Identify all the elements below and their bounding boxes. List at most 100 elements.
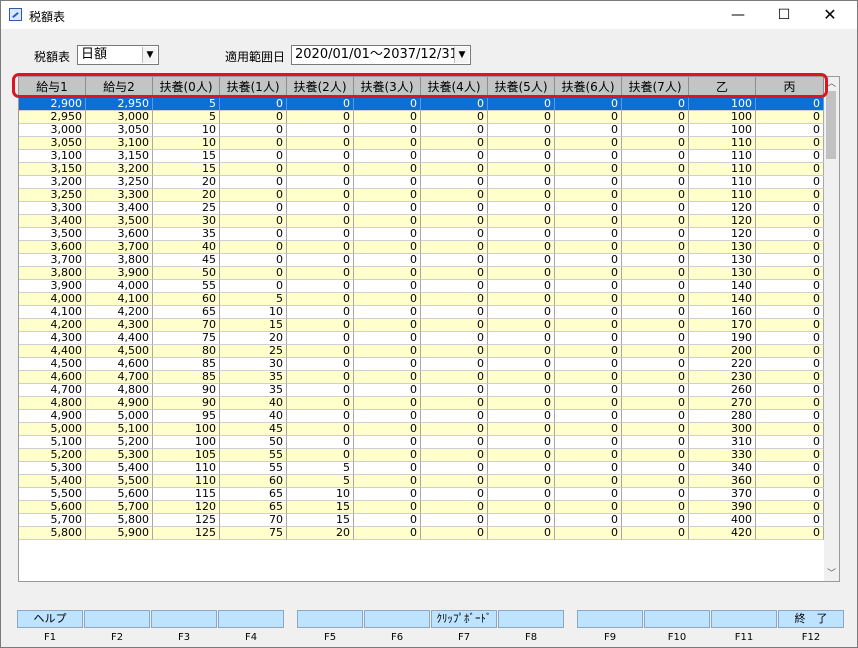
table-cell[interactable]: 25 [153,202,220,215]
table-cell[interactable]: 20 [153,176,220,189]
table-row[interactable]: 2,900 2,950 5 0 0 0 0 0 0 0 100 0 [19,98,824,111]
table-row[interactable]: 5,600 5,700 120 65 15 0 0 0 0 0 390 0 [19,501,824,514]
table-cell[interactable]: 0 [421,267,488,280]
table-row[interactable]: 5,100 5,200 100 50 0 0 0 0 0 0 310 0 [19,436,824,449]
table-cell[interactable]: 0 [354,293,421,306]
table-cell[interactable]: 15 [287,501,354,514]
table-cell[interactable]: 95 [153,410,220,423]
table-cell[interactable]: 0 [488,371,555,384]
table-cell[interactable]: 0 [555,176,622,189]
table-cell[interactable]: 0 [354,384,421,397]
table-cell[interactable]: 0 [354,267,421,280]
table-cell[interactable]: 0 [220,215,287,228]
table-cell[interactable]: 5,000 [86,410,153,423]
table-cell[interactable]: 0 [220,124,287,137]
table-cell[interactable]: 190 [689,332,756,345]
table-cell[interactable]: 0 [622,488,689,501]
table-cell[interactable]: 0 [622,176,689,189]
table-cell[interactable]: 0 [622,449,689,462]
table-cell[interactable]: 5,400 [19,475,86,488]
table-cell[interactable]: 0 [622,228,689,241]
table-cell[interactable]: 120 [153,501,220,514]
table-cell[interactable]: 0 [287,215,354,228]
table-cell[interactable]: 75 [153,332,220,345]
table-cell[interactable]: 60 [220,475,287,488]
table-cell[interactable]: 5,900 [86,527,153,540]
table-cell[interactable]: 130 [689,241,756,254]
table-cell[interactable]: 0 [622,475,689,488]
table-cell[interactable]: 0 [756,332,824,345]
table-cell[interactable]: 0 [622,306,689,319]
table-cell[interactable]: 0 [354,111,421,124]
table-cell[interactable]: 3,900 [86,267,153,280]
table-cell[interactable]: 65 [220,488,287,501]
table-cell[interactable]: 0 [354,137,421,150]
table-cell[interactable]: 360 [689,475,756,488]
table-cell[interactable]: 125 [153,527,220,540]
table-row[interactable]: 4,800 4,900 90 40 0 0 0 0 0 0 270 0 [19,397,824,410]
table-cell[interactable]: 0 [421,98,488,111]
table-cell[interactable]: 0 [354,280,421,293]
table-cell[interactable]: 0 [287,111,354,124]
table-cell[interactable]: 4,000 [86,280,153,293]
table-cell[interactable]: 0 [622,293,689,306]
table-cell[interactable]: 0 [354,98,421,111]
table-cell[interactable]: 4,200 [86,306,153,319]
table-cell[interactable]: 0 [756,345,824,358]
table-row[interactable]: 4,100 4,200 65 10 0 0 0 0 0 0 160 0 [19,306,824,319]
table-cell[interactable]: 0 [421,150,488,163]
table-cell[interactable]: 5 [153,98,220,111]
table-cell[interactable]: 0 [555,241,622,254]
table-cell[interactable]: 0 [287,436,354,449]
table-cell[interactable]: 0 [622,319,689,332]
table-cell[interactable]: 0 [421,124,488,137]
table-cell[interactable]: 0 [756,371,824,384]
table-cell[interactable]: 4,400 [86,332,153,345]
table-cell[interactable]: 0 [287,397,354,410]
table-cell[interactable]: 10 [153,137,220,150]
table-cell[interactable]: 3,000 [19,124,86,137]
table-cell[interactable]: 4,700 [19,384,86,397]
table-cell[interactable]: 0 [622,332,689,345]
table-cell[interactable]: 15 [153,163,220,176]
table-cell[interactable]: 0 [756,137,824,150]
table-cell[interactable]: 0 [488,501,555,514]
table-cell[interactable]: 110 [689,163,756,176]
table-cell[interactable]: 0 [756,501,824,514]
function-key-f8-button[interactable] [498,610,564,628]
table-cell[interactable]: 0 [622,514,689,527]
table-cell[interactable]: 130 [689,254,756,267]
table-cell[interactable]: 0 [421,215,488,228]
table-cell[interactable]: 3,000 [86,111,153,124]
table-cell[interactable]: 0 [287,137,354,150]
table-cell[interactable]: 2,950 [86,98,153,111]
table-cell[interactable]: 0 [220,267,287,280]
table-cell[interactable]: 0 [555,150,622,163]
table-cell[interactable]: 0 [488,488,555,501]
table-row[interactable]: 4,900 5,000 95 40 0 0 0 0 0 0 280 0 [19,410,824,423]
table-cell[interactable]: 0 [488,163,555,176]
table-row[interactable]: 3,150 3,200 15 0 0 0 0 0 0 0 110 0 [19,163,824,176]
chevron-down-icon[interactable]: ▼ [142,47,157,63]
table-cell[interactable]: 0 [220,163,287,176]
table-cell[interactable]: 120 [689,215,756,228]
table-cell[interactable]: 0 [555,306,622,319]
table-cell[interactable]: 0 [756,189,824,202]
table-cell[interactable]: 0 [354,228,421,241]
table-cell[interactable]: 0 [220,254,287,267]
table-cell[interactable]: 0 [354,501,421,514]
table-cell[interactable]: 0 [756,527,824,540]
scroll-down-icon[interactable]: ﹀ [824,567,839,581]
table-cell[interactable]: 0 [555,384,622,397]
table-row[interactable]: 3,600 3,700 40 0 0 0 0 0 0 0 130 0 [19,241,824,254]
table-cell[interactable]: 4,500 [86,345,153,358]
table-cell[interactable]: 4,700 [86,371,153,384]
table-cell[interactable]: 4,300 [19,332,86,345]
table-cell[interactable]: 0 [555,124,622,137]
table-cell[interactable]: 110 [153,462,220,475]
table-cell[interactable]: 0 [220,202,287,215]
table-cell[interactable]: 0 [555,462,622,475]
table-cell[interactable]: 0 [488,202,555,215]
table-cell[interactable]: 0 [756,306,824,319]
table-cell[interactable]: 10 [220,306,287,319]
